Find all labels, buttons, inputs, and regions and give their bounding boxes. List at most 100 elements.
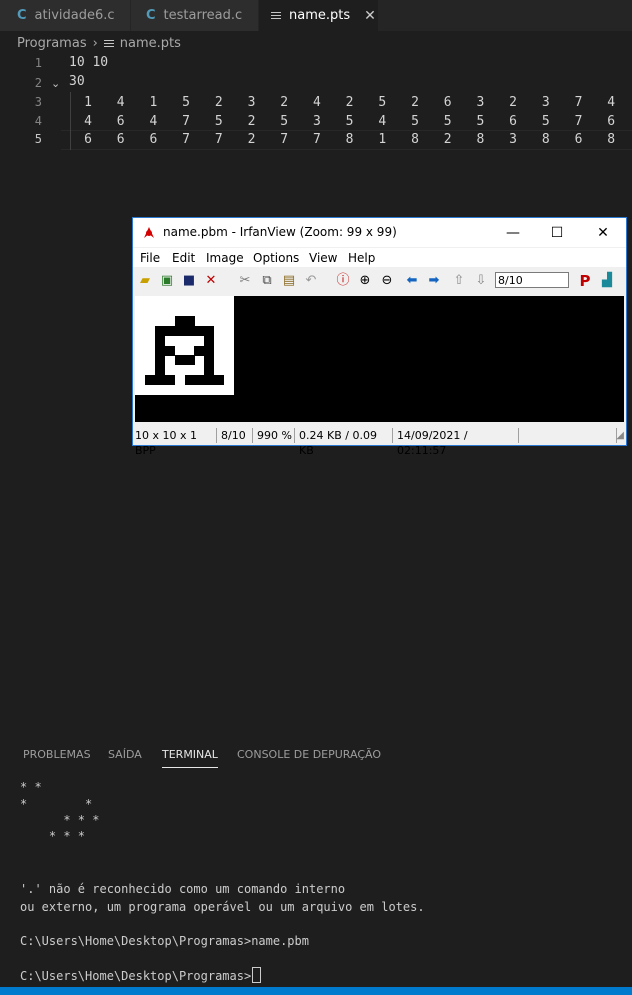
minimize-icon[interactable]: — xyxy=(498,222,528,244)
grid-value: 5 xyxy=(443,114,452,129)
menu-image[interactable]: Image xyxy=(206,251,244,265)
terminal-line: '.' não é reconhecido como um comando in… xyxy=(20,882,346,896)
grid-value: 4 xyxy=(149,114,158,129)
slideshow-icon[interactable]: ▣ xyxy=(159,273,175,289)
grid-value: 6 xyxy=(116,114,125,129)
zoom-out-icon[interactable]: ⊖ xyxy=(379,273,395,289)
image-bitmap xyxy=(135,296,234,395)
line-number: 5 xyxy=(34,132,42,146)
tab-label: testarread.c xyxy=(163,8,243,23)
grid-value: 3 xyxy=(247,95,256,110)
status-bar: 10 x 10 x 1 BPP 8/10 990 % 0.24 KB / 0.0… xyxy=(133,426,626,457)
vscode-status-bar xyxy=(0,987,632,995)
bitmap-pixel xyxy=(154,325,165,336)
grid-value: 5 xyxy=(214,114,223,129)
bitmap-pixel xyxy=(204,325,215,336)
grid-value: 1 xyxy=(149,95,158,110)
cut-icon[interactable]: ✂ xyxy=(237,273,253,289)
info-icon[interactable]: ⓘ xyxy=(335,273,351,289)
maximize-icon[interactable]: ☐ xyxy=(542,222,572,244)
grid-value: 6 xyxy=(509,114,517,129)
bitmap-pixel xyxy=(164,325,175,336)
fold-chevron-icon[interactable]: ⌄ xyxy=(51,77,60,90)
menu-view[interactable]: View xyxy=(309,251,337,265)
menu-options[interactable]: Options xyxy=(253,251,299,265)
status-filesize: 0.24 KB / 0.09 KB xyxy=(297,428,393,457)
image-canvas[interactable] xyxy=(135,296,624,422)
terminal-line: * * xyxy=(20,797,93,811)
page-field[interactable]: 8/10 xyxy=(495,272,569,288)
bitmap-pixel xyxy=(154,365,165,376)
next-arrow-icon[interactable]: ➡ xyxy=(426,273,442,289)
grid-value: 6 xyxy=(574,132,583,147)
breadcrumb-folder[interactable]: Programas xyxy=(17,36,87,51)
window-titlebar[interactable]: name.pbm - IrfanView (Zoom: 99 x 99) — ☐… xyxy=(133,218,626,247)
grid-value: 6 xyxy=(116,132,125,147)
tab-console-depuracao[interactable]: CONSOLE DE DEPURAÇÃO xyxy=(237,748,381,761)
bitmap-pixel xyxy=(164,375,175,386)
tab-problemas[interactable]: PROBLEMAS xyxy=(23,748,91,761)
window-title: name.pbm - IrfanView (Zoom: 99 x 99) xyxy=(163,225,397,239)
zoom-in-icon[interactable]: ⊕ xyxy=(357,273,373,289)
grid-value: 2 xyxy=(411,95,419,110)
tab-name-pts[interactable]: name.pts ✕ xyxy=(259,0,378,31)
tab-label: name.pts xyxy=(289,8,351,23)
resize-grip-icon[interactable]: ◢ xyxy=(616,430,624,441)
text-file-icon xyxy=(103,38,114,49)
grid-value: 6 xyxy=(149,132,158,147)
grid-value: 2 xyxy=(280,95,289,110)
irfanview-window[interactable]: name.pbm - IrfanView (Zoom: 99 x 99) — ☐… xyxy=(132,217,627,457)
undo-icon[interactable]: ↶ xyxy=(303,273,319,289)
previous-arrow-icon[interactable]: ⬅ xyxy=(404,273,420,289)
close-icon[interactable]: ✕ xyxy=(588,222,618,244)
text-cursor xyxy=(252,967,262,983)
grid-value: 1 xyxy=(378,132,387,147)
tab-terminal[interactable]: TERMINAL xyxy=(162,748,218,768)
bitmap-pixel xyxy=(174,315,185,326)
tab-saida[interactable]: SAÍDA xyxy=(108,748,142,761)
grid-value: 7 xyxy=(312,132,321,147)
breadcrumb: Programas › name.pts xyxy=(17,36,181,51)
paste-icon[interactable]: ▤ xyxy=(281,273,297,289)
grid-value: 5 xyxy=(280,114,289,129)
bitmap-pixel xyxy=(154,335,165,346)
terminal-line: ou externo, um programa operável ou um a… xyxy=(20,900,425,914)
plugin-p-icon[interactable]: P xyxy=(577,273,593,289)
menu-help[interactable]: Help xyxy=(348,251,375,265)
grid-value: 7 xyxy=(574,114,583,129)
open-folder-icon[interactable]: ▰ xyxy=(137,273,153,289)
breadcrumb-file[interactable]: name.pts xyxy=(120,36,181,51)
panel-tab-bar: PROBLEMAS SAÍDA TERMINAL CONSOLE DE DEPU… xyxy=(0,733,632,773)
save-icon[interactable]: ■ xyxy=(181,273,197,289)
grid-value: 1 xyxy=(84,95,92,110)
grid-value: 7 xyxy=(214,132,223,147)
grid-value: 8 xyxy=(541,132,550,147)
first-file-icon[interactable]: ⇧ xyxy=(451,273,467,289)
chevron-right-icon: › xyxy=(92,36,98,51)
indent-guide xyxy=(70,92,71,150)
tab-atividade6[interactable]: C atividade6.c xyxy=(0,0,130,31)
close-icon[interactable]: ✕ xyxy=(364,8,376,24)
bitmap-pixel xyxy=(204,345,215,356)
grid-value: 3 xyxy=(541,95,550,110)
paint-icon[interactable]: ▟ xyxy=(599,273,615,289)
line-number: 3 xyxy=(34,95,42,109)
bitmap-pixel xyxy=(184,315,195,326)
copy-icon[interactable]: ⧉ xyxy=(259,273,275,289)
menu-file[interactable]: File xyxy=(140,251,160,265)
grid-value: 2 xyxy=(247,114,256,129)
terminal-prompt[interactable]: C:\Users\Home\Desktop\Programas> xyxy=(20,967,262,983)
grid-value: 4 xyxy=(312,95,321,110)
code-line-1: 10 10 xyxy=(69,55,109,70)
bitmap-pixel xyxy=(204,375,215,386)
delete-icon[interactable]: ✕ xyxy=(203,273,219,289)
toolbar: ▰ ▣ ■ ✕ ✂ ⧉ ▤ ↶ ⓘ ⊕ ⊖ ⬅ ➡ ⇧ ⇩ 8/10 P ▟ xyxy=(133,268,626,294)
last-file-icon[interactable]: ⇩ xyxy=(473,273,489,289)
status-dimensions: 10 x 10 x 1 BPP xyxy=(133,428,217,457)
menu-edit[interactable]: Edit xyxy=(172,251,195,265)
bitmap-pixel xyxy=(194,345,205,356)
terminal-line: * * * xyxy=(20,813,100,827)
grid-value: 7 xyxy=(182,114,190,129)
bitmap-pixel xyxy=(164,345,175,356)
tab-testarread[interactable]: C testarread.c xyxy=(131,0,258,31)
